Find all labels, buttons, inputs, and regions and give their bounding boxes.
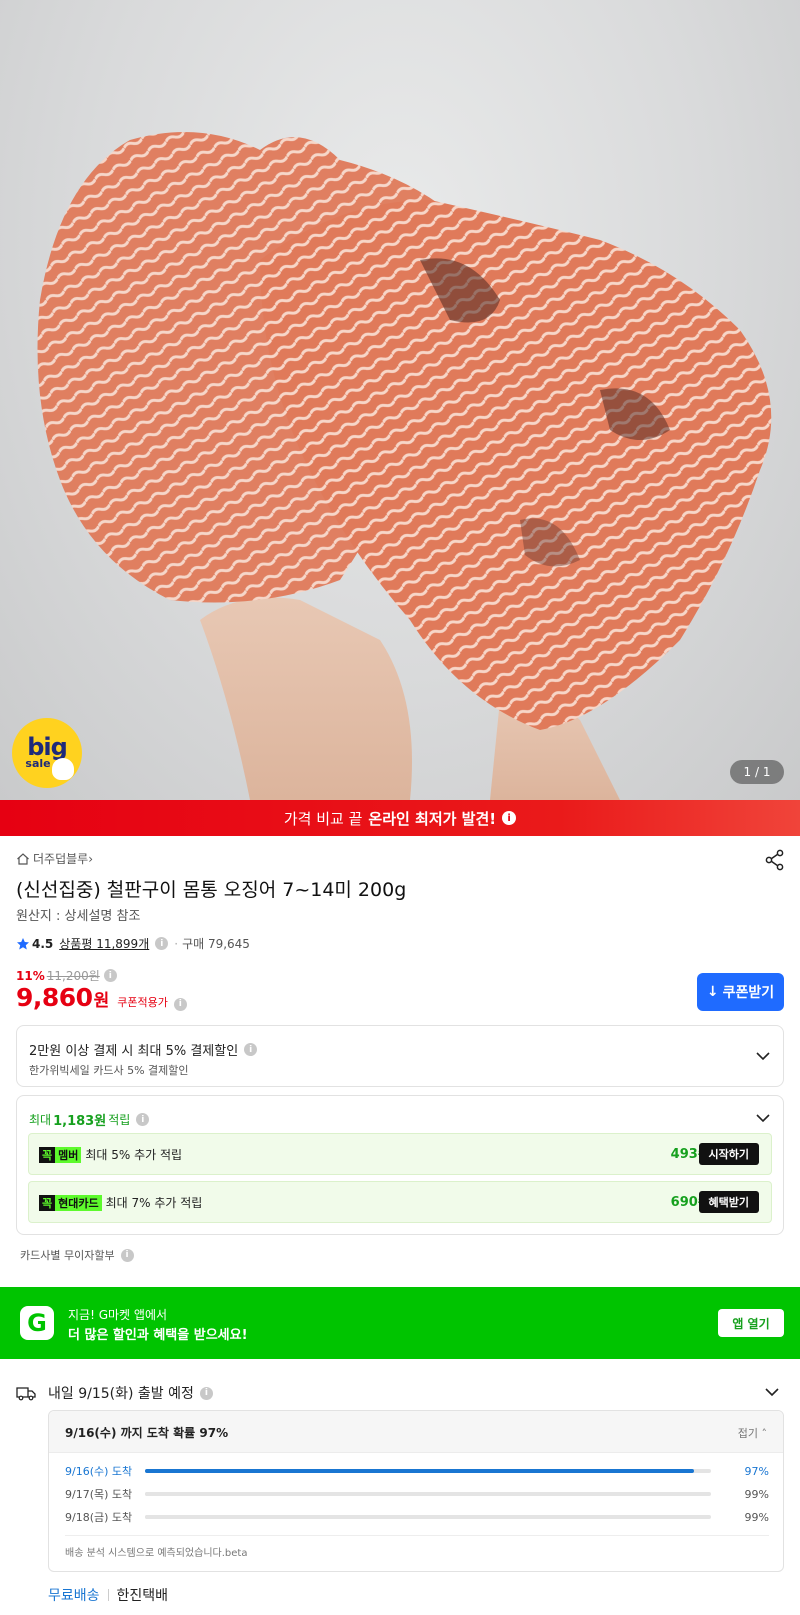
reward-item-text: 최대 5% 추가 적립 xyxy=(85,1148,183,1162)
card-badge: 꼭 현대카드 xyxy=(39,1194,102,1211)
chevron-down-icon[interactable] xyxy=(755,1048,771,1064)
purchase-count: 구매 79,645 xyxy=(182,937,250,951)
payment-discount-subtitle: 한가위빅세일 카드사 5% 결제할인 xyxy=(29,1064,189,1077)
divider xyxy=(65,1535,769,1536)
price-row: 9,860 원 쿠폰적용가 i xyxy=(16,983,193,1012)
chevron-up-icon: ˄ xyxy=(761,1427,768,1440)
reward-item-text: 최대 7% 추가 적립 xyxy=(105,1196,203,1210)
delivery-line: 9/17(목) 도착 99% xyxy=(65,1487,769,1502)
banner-strong-text: 온라인 최저가 발견! xyxy=(368,809,497,828)
app-banner-line1: 지금! G마켓 앱에서 xyxy=(68,1308,168,1322)
chevron-right-icon: › xyxy=(88,851,94,866)
member-badge: 꼭 멤버 xyxy=(39,1146,82,1163)
carrier-name: 한진택배 xyxy=(116,1588,169,1604)
progress-bar xyxy=(145,1515,711,1519)
delivery-row[interactable]: 내일 9/15(화) 출발 예정 i xyxy=(16,1383,219,1403)
big-sale-badge: big sale xyxy=(12,718,82,788)
coupon-download-button[interactable]: ↓ 쿠폰받기 xyxy=(697,973,784,1011)
delivery-forecast-box: 9/16(수) 까지 도착 확률 97% 접기 ˄ 9/16(수) 도착 97%… xyxy=(48,1410,784,1572)
app-promo-banner[interactable]: G 지금! G마켓 앱에서 더 많은 할인과 혜택을 받으세요! 앱 열기 xyxy=(0,1287,800,1359)
lowest-price-banner[interactable]: 가격 비교 끝 온라인 최저가 발견! i xyxy=(0,800,800,836)
review-link[interactable]: 상품평 11,899개 xyxy=(59,935,149,952)
progress-bar xyxy=(145,1492,711,1496)
price-unit: 원 xyxy=(93,991,110,1011)
download-icon: ↓ xyxy=(706,984,719,1000)
reward-amount: 1,183원 xyxy=(53,1114,107,1129)
info-icon[interactable]: i xyxy=(244,1043,258,1056)
truck-icon xyxy=(16,1387,36,1401)
delivery-probability: 9/16(수) 까지 도착 확률 97% xyxy=(65,1426,229,1440)
progress-fill xyxy=(145,1515,706,1519)
discount-rate: 11% xyxy=(16,968,45,983)
info-icon[interactable]: i xyxy=(103,969,117,982)
reward-box: 최대 1,183원 적립 i 꼭멤버 최대 5% 추가 적립 493원 시작하기… xyxy=(16,1095,784,1235)
sale-price: 9,860 xyxy=(16,983,93,1012)
star-icon xyxy=(17,937,29,949)
breadcrumb[interactable]: 더주덥블루 › xyxy=(16,850,93,867)
progress-fill xyxy=(145,1492,706,1496)
product-origin: 원산지 : 상세설명 참조 xyxy=(16,909,141,924)
gmarket-logo-icon: G xyxy=(20,1306,54,1340)
info-icon[interactable]: i xyxy=(155,937,169,950)
info-icon[interactable]: i xyxy=(199,1386,213,1400)
image-page-counter: 1 / 1 xyxy=(730,760,784,784)
separator xyxy=(107,1589,109,1601)
app-banner-line2: 더 많은 할인과 혜택을 받으세요! xyxy=(68,1328,248,1343)
progress-fill xyxy=(145,1469,695,1473)
discount-row: 11% 11,200원 i xyxy=(16,967,117,984)
breadcrumb-store: 더주덥블루 xyxy=(33,852,89,866)
progress-bar xyxy=(145,1469,711,1473)
rating-row: 4.5 상품평 11,899개 i · 구매 79,645 xyxy=(16,935,250,952)
home-icon xyxy=(17,852,29,865)
delivery-note: 배송 분석 시스템으로 예측되었습니다.beta xyxy=(65,1548,248,1559)
mascot-icon xyxy=(52,758,74,780)
info-icon[interactable]: i xyxy=(502,811,517,825)
departure-text: 내일 9/15(화) 출발 예정 xyxy=(48,1386,194,1402)
product-image[interactable]: big sale 1 / 1 xyxy=(0,0,800,800)
shipping-row: 무료배송 한진택배 xyxy=(48,1585,168,1605)
rating-value: 4.5 xyxy=(32,936,54,951)
start-button[interactable]: 시작하기 xyxy=(698,1143,759,1165)
separator: · xyxy=(174,936,179,951)
reward-header[interactable]: 최대 1,183원 적립 i xyxy=(29,1110,155,1129)
payment-discount-title: 2만원 이상 결제 시 최대 5% 결제할인 xyxy=(29,1044,239,1059)
squid-photo xyxy=(37,132,772,800)
reward-item-member: 꼭멤버 최대 5% 추가 적립 493원 시작하기 xyxy=(28,1133,772,1175)
info-icon[interactable]: i xyxy=(120,1248,134,1262)
share-icon[interactable] xyxy=(764,849,786,871)
fold-button[interactable]: 접기 ˄ xyxy=(738,1425,767,1441)
delivery-line: 9/16(수) 도착 97% xyxy=(65,1464,769,1479)
payment-discount-box[interactable]: 2만원 이상 결제 시 최대 5% 결제할인 i 한가위빅세일 카드사 5% 결… xyxy=(16,1025,784,1087)
chevron-down-icon[interactable] xyxy=(764,1384,780,1400)
free-shipping-label: 무료배송 xyxy=(48,1588,100,1604)
delivery-line: 9/18(금) 도착 99% xyxy=(65,1510,769,1525)
info-icon[interactable]: i xyxy=(173,997,187,1011)
open-app-button[interactable]: 앱 열기 xyxy=(718,1309,784,1337)
product-title: (신선집중) 철판구이 몸통 오징어 7~14미 200g xyxy=(16,879,407,901)
installment-info[interactable]: 카드사별 무이자할부 i xyxy=(20,1247,140,1263)
coupon-applied-label: 쿠폰적용가 xyxy=(117,996,168,1009)
banner-text: 가격 비교 끝 xyxy=(283,809,363,828)
get-benefit-button[interactable]: 혜택받기 xyxy=(698,1191,759,1213)
chevron-down-icon[interactable] xyxy=(755,1110,771,1126)
reward-item-card: 꼭현대카드 최대 7% 추가 적립 690원 혜택받기 xyxy=(28,1181,772,1223)
info-icon[interactable]: i xyxy=(136,1113,150,1126)
original-price: 11,200원 xyxy=(46,969,100,983)
